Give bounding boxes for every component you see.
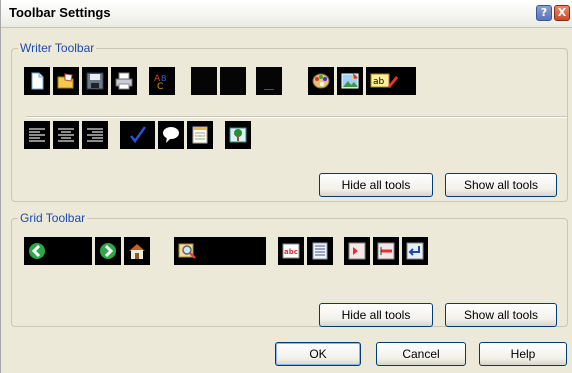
- svg-text:ab: ab: [373, 77, 385, 87]
- new-document-slot[interactable]: [24, 67, 50, 95]
- list-icon: [312, 242, 328, 260]
- writer-toolbar-divider: [26, 116, 567, 118]
- list-slot[interactable]: [307, 237, 333, 265]
- search-slot[interactable]: [174, 237, 266, 265]
- title-bar[interactable]: Toolbar Settings ? X: [1, 0, 572, 28]
- back-slot[interactable]: [24, 237, 92, 265]
- forward-arrow-icon: [100, 243, 116, 259]
- grid-hide-all-button[interactable]: Hide all tools: [319, 303, 433, 327]
- forward-slot[interactable]: [95, 237, 121, 265]
- enter-slot[interactable]: [402, 237, 428, 265]
- align-right-slot[interactable]: [82, 121, 108, 149]
- blank-slot: [256, 67, 282, 95]
- align-center-slot[interactable]: [53, 121, 79, 149]
- grid-toolbar-legend: Grid Toolbar: [20, 211, 86, 225]
- text-style-icon: ab: [370, 73, 398, 88]
- svg-text:abc: abc: [284, 248, 298, 256]
- grid-toolbar-group: Grid Toolbar abc Hide all tools Show all…: [11, 211, 568, 327]
- writer-toolbar-row-2: [24, 121, 324, 149]
- back-arrow-icon: [29, 243, 45, 259]
- grid-show-all-button[interactable]: Show all tools: [445, 303, 557, 327]
- speech-bubble-icon: [163, 127, 179, 143]
- save-disk-slot[interactable]: [82, 67, 108, 95]
- tree-picture-slot[interactable]: [225, 121, 251, 149]
- notepad-slot[interactable]: [187, 121, 213, 149]
- picture-icon: [341, 73, 359, 89]
- help-button[interactable]: Help: [479, 342, 567, 366]
- abc-slot[interactable]: abc: [278, 237, 304, 265]
- insert-row-slot[interactable]: [344, 237, 370, 265]
- writer-hide-all-button[interactable]: Hide all tools: [319, 173, 433, 197]
- align-right-icon: [87, 128, 103, 142]
- blank-slot: [191, 67, 217, 95]
- picture-slot[interactable]: [337, 67, 363, 95]
- cancel-button[interactable]: Cancel: [376, 342, 466, 366]
- color-palette-icon: [312, 73, 330, 89]
- enter-icon: [406, 242, 424, 260]
- print-icon: [115, 72, 133, 90]
- speech-bubble-slot[interactable]: [158, 121, 184, 149]
- align-left-slot[interactable]: [24, 121, 50, 149]
- search-icon: [178, 243, 196, 259]
- spell-check-icon: A BC: [154, 74, 167, 90]
- print-slot[interactable]: [111, 67, 137, 95]
- help-title-button[interactable]: ?: [536, 5, 552, 21]
- save-disk-icon: [86, 72, 104, 90]
- notepad-icon: [192, 126, 208, 144]
- close-title-button[interactable]: X: [554, 5, 570, 21]
- open-folder-icon: [57, 73, 74, 89]
- home-icon: [129, 244, 145, 259]
- blank-slot: [220, 67, 246, 95]
- writer-toolbar-group: Writer Toolbar A B C ab Hide all tools S…: [11, 41, 568, 202]
- ok-button[interactable]: OK: [275, 342, 361, 366]
- writer-show-all-button[interactable]: Show all tools: [445, 173, 557, 197]
- delete-row-slot[interactable]: [373, 237, 399, 265]
- grid-toolbar-row: abc: [24, 237, 474, 265]
- color-palette-slot[interactable]: [308, 67, 334, 95]
- align-left-icon: [29, 128, 45, 142]
- home-slot[interactable]: [124, 237, 150, 265]
- delete-row-icon: [377, 242, 395, 260]
- toolbar-settings-dialog: Toolbar Settings ? X Writer Toolbar A B …: [0, 0, 572, 373]
- abc-icon: abc: [282, 243, 300, 259]
- window-title: Toolbar Settings: [9, 5, 111, 20]
- tree-picture-icon: [229, 127, 247, 143]
- text-style-slot[interactable]: ab: [366, 67, 416, 95]
- open-folder-slot[interactable]: [53, 67, 79, 95]
- align-center-icon: [58, 128, 74, 142]
- new-document-icon: [31, 72, 44, 90]
- check-mark-icon: [130, 126, 147, 144]
- spell-check-slot[interactable]: ABC: [149, 67, 175, 95]
- writer-toolbar-row-1: ABC ab: [24, 67, 474, 95]
- svg-text:C: C: [157, 82, 163, 90]
- insert-row-icon: [348, 242, 366, 260]
- writer-toolbar-legend: Writer Toolbar: [20, 41, 95, 55]
- check-mark-slot[interactable]: [120, 121, 155, 149]
